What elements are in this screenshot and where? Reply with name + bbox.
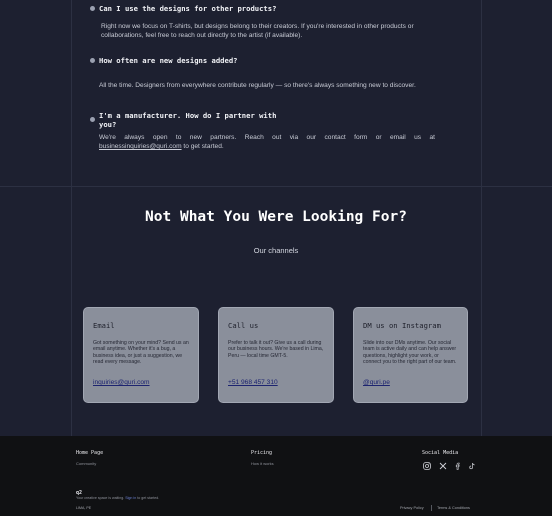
footer-home-heading[interactable]: Home Page [76, 450, 103, 456]
guide-line-top [0, 186, 552, 187]
instagram-card: DM us on Instagram Slide into our DMs an… [353, 307, 468, 403]
business-email-link[interactable]: businessinquiries@quri.com [99, 143, 182, 150]
email-card-body: Got something on your mind? Send us an e… [93, 340, 189, 366]
email-card: Email Got something on your mind? Send u… [83, 307, 199, 403]
faq-question-1[interactable]: Can I use the designs for other products… [99, 4, 276, 13]
footer [0, 436, 552, 516]
faq-question-3-line-2: you? [99, 120, 117, 129]
email-card-title: Email [93, 321, 115, 330]
faq-answer-3: We're always open to new partners. Reach… [99, 133, 435, 151]
faq-answer-3-line-1: We're always open to new partners. Reach… [99, 134, 435, 141]
section-subtitle: Our channels [253, 246, 299, 255]
faq-answer-1: Right now we focus on T-shirts, but desi… [101, 23, 414, 39]
privacy-policy-link[interactable]: Privacy Policy [400, 506, 424, 510]
instagram-card-title: DM us on Instagram [363, 321, 441, 330]
faq-answer-3-line-2: businessinquiries@quri.com to get starte… [99, 142, 435, 151]
faq-question-2[interactable]: How often are new designs added? [99, 56, 237, 65]
tagline-post: to get started. [136, 496, 160, 500]
tagline-pre: Your creative space is waiting. [76, 496, 126, 500]
instagram-icon[interactable] [423, 462, 431, 470]
faq-question-3-line-1: I'm a manufacturer. How do I partner wit… [99, 111, 277, 120]
call-card-title: Call us [228, 321, 259, 330]
tiktok-icon[interactable] [468, 462, 476, 470]
footer-community-link[interactable]: Community [76, 461, 96, 466]
footer-location: LIMA, PE [76, 506, 92, 510]
section-title: Not What You Were Looking For? [145, 209, 407, 225]
terms-link[interactable]: Terms & Conditions [437, 506, 470, 510]
facebook-icon[interactable] [454, 462, 462, 470]
faq-question-3[interactable]: I'm a manufacturer. How do I partner wit… [99, 111, 276, 129]
faq-answer-3-tail: to get started. [181, 143, 224, 150]
footer-social-heading: Social Media [422, 450, 459, 456]
faq-answer-2: All the time. Designers from everywhere … [99, 82, 416, 89]
instagram-card-body: Slide into our DMs anytime. Our social t… [363, 340, 457, 366]
signin-link[interactable]: Sign in [125, 496, 136, 500]
legal-divider [431, 505, 432, 511]
faq-bullet-1 [90, 6, 95, 11]
footer-pricing-heading[interactable]: Pricing [251, 450, 272, 456]
faq-bullet-2 [90, 58, 95, 63]
x-icon[interactable] [439, 462, 447, 470]
call-card: Call us Prefer to talk it out? Give us a… [218, 307, 334, 403]
footer-how-it-works-link[interactable]: How it works [251, 461, 274, 466]
instagram-link[interactable]: @quri.pe [363, 379, 390, 386]
faq-bullet-3 [90, 117, 95, 122]
email-link[interactable]: inquiries@quri.com [93, 379, 150, 386]
call-card-body: Prefer to talk it out? Give us a call du… [228, 340, 324, 359]
phone-link[interactable]: +51 968 457 310 [228, 379, 278, 386]
footer-tagline: Your creative space is waiting. Sign in … [76, 496, 159, 500]
